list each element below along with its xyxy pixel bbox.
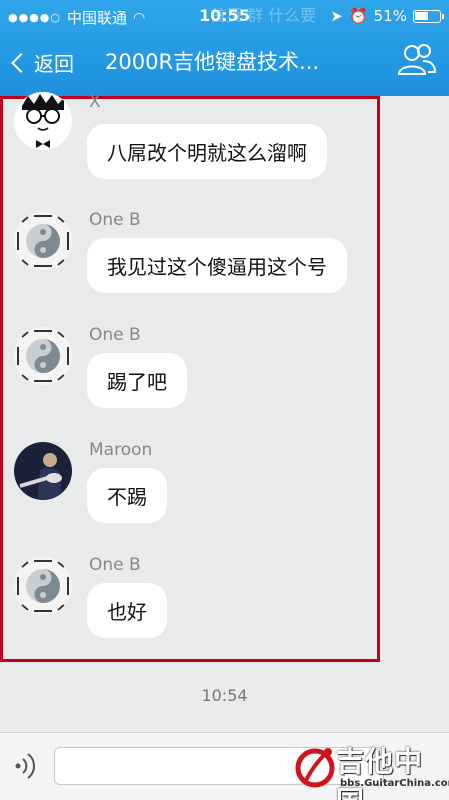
- group-members-icon[interactable]: [397, 42, 437, 76]
- watermark: 吉他中国 bbs.GuitarChina.com: [294, 738, 449, 800]
- sender-name: X: [89, 92, 101, 112]
- back-label: 返回: [34, 52, 74, 76]
- yin-yang-avatar[interactable]: [14, 212, 72, 270]
- voice-input-icon[interactable]: [12, 749, 42, 783]
- location-icon: ➤: [330, 7, 343, 25]
- chevron-left-icon: [11, 52, 31, 73]
- watermark-sub: bbs.GuitarChina.com: [340, 778, 449, 789]
- sender-name: One B: [89, 325, 141, 345]
- cartoon-glasses-avatar[interactable]: [14, 92, 72, 150]
- message-bubble[interactable]: 不踢: [87, 468, 167, 523]
- battery-percent: 51%: [373, 7, 407, 25]
- message-bubble[interactable]: 八屌改个明就这么溜啊: [87, 124, 327, 179]
- guitarchina-logo-icon: [295, 748, 335, 788]
- top-bar: ●●●●○ 中国联通 ◠ 10:55 ➤ ⏰ 51% 首页 群 什么要 返回 2…: [0, 0, 449, 96]
- nav-bar: 返回 2000R吉他键盘技术...: [0, 40, 449, 90]
- alarm-icon: ⏰: [348, 7, 368, 25]
- sender-name: Maroon: [89, 440, 153, 460]
- guitarist-photo-avatar[interactable]: [14, 442, 72, 500]
- message-bubble[interactable]: 我见过这个傻逼用这个号: [87, 238, 347, 293]
- yin-yang-avatar[interactable]: [14, 327, 72, 385]
- chat-title: 2000R吉他键盘技术...: [105, 50, 320, 74]
- message-bubble[interactable]: 踢了吧: [87, 353, 187, 408]
- yin-yang-avatar[interactable]: [14, 557, 72, 615]
- message-timestamp: 10:54: [201, 686, 248, 705]
- battery-icon: [413, 9, 444, 23]
- sender-name: One B: [89, 555, 141, 575]
- sender-name: One B: [89, 210, 141, 230]
- message-bubble[interactable]: 也好: [87, 583, 167, 638]
- back-button[interactable]: 返回: [8, 48, 74, 77]
- watermark-main: 吉他中国: [336, 745, 424, 800]
- ghost-overlay-text: 首页 群 什么要: [210, 6, 317, 25]
